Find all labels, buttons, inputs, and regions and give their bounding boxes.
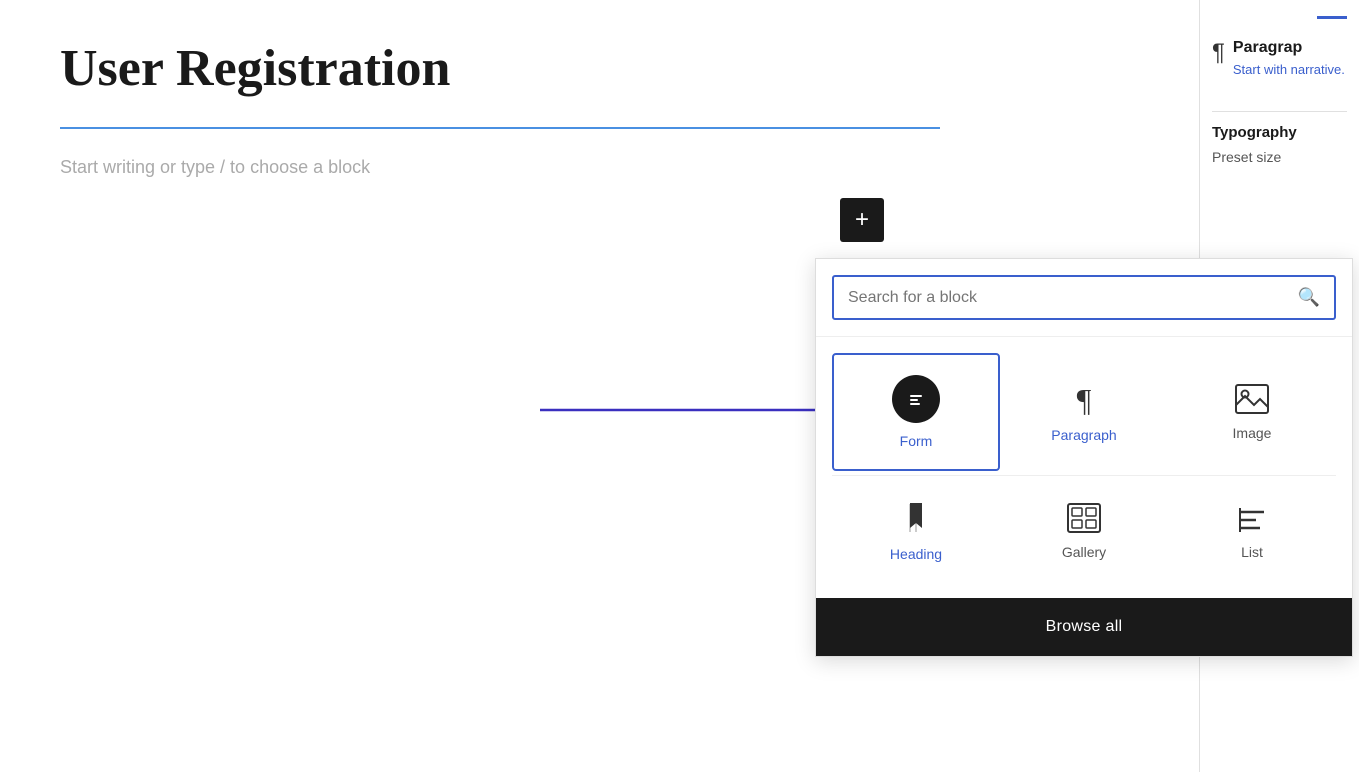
search-input[interactable] (848, 289, 1298, 307)
list-label: List (1241, 544, 1263, 560)
heading-label: Heading (890, 546, 942, 562)
block-item-heading[interactable]: Heading (832, 480, 1000, 582)
panel-block-desc: Start with narrative. (1233, 61, 1345, 79)
gallery-icon (1066, 502, 1102, 534)
paragraph-label: Paragraph (1051, 427, 1116, 443)
browse-all-label: Browse all (1046, 618, 1123, 635)
placeholder-text: Start writing or type / to choose a bloc… (60, 157, 1140, 178)
list-icon (1234, 502, 1270, 534)
block-item-gallery[interactable]: Gallery (1000, 480, 1168, 582)
search-area: 🔍 (816, 259, 1352, 337)
panel-paragraph-icon: ¶ (1212, 39, 1225, 67)
svg-text:¶: ¶ (1077, 382, 1092, 417)
form-icon (892, 375, 940, 423)
heading-icon (900, 500, 932, 536)
search-icon: 🔍 (1298, 287, 1320, 308)
paragraph-icon: ¶ (1066, 381, 1102, 417)
image-label: Image (1233, 425, 1272, 441)
panel-accent-line (1317, 16, 1347, 19)
block-item-paragraph[interactable]: ¶ Paragraph (1000, 353, 1168, 471)
panel-preset-label: Preset size (1212, 149, 1347, 165)
panel-block-name: Paragrap (1233, 39, 1345, 57)
page-title: User Registration (60, 40, 1140, 97)
block-inserter-popup: 🔍 Form ¶ (815, 258, 1353, 657)
browse-all-button[interactable]: Browse all (816, 598, 1352, 656)
row-divider (832, 475, 1336, 476)
blocks-grid: Form ¶ Paragraph Image (816, 337, 1352, 598)
block-item-form[interactable]: Form (832, 353, 1000, 471)
divider-line (60, 127, 940, 129)
block-item-list[interactable]: List (1168, 480, 1336, 582)
panel-divider (1212, 111, 1347, 112)
plus-icon: + (855, 206, 869, 234)
image-icon (1234, 383, 1270, 415)
search-input-wrapper[interactable]: 🔍 (832, 275, 1336, 320)
panel-section-title: Typography (1212, 124, 1347, 141)
gallery-label: Gallery (1062, 544, 1106, 560)
form-label: Form (900, 433, 933, 449)
add-block-button[interactable]: + (840, 198, 884, 242)
block-item-image[interactable]: Image (1168, 353, 1336, 471)
